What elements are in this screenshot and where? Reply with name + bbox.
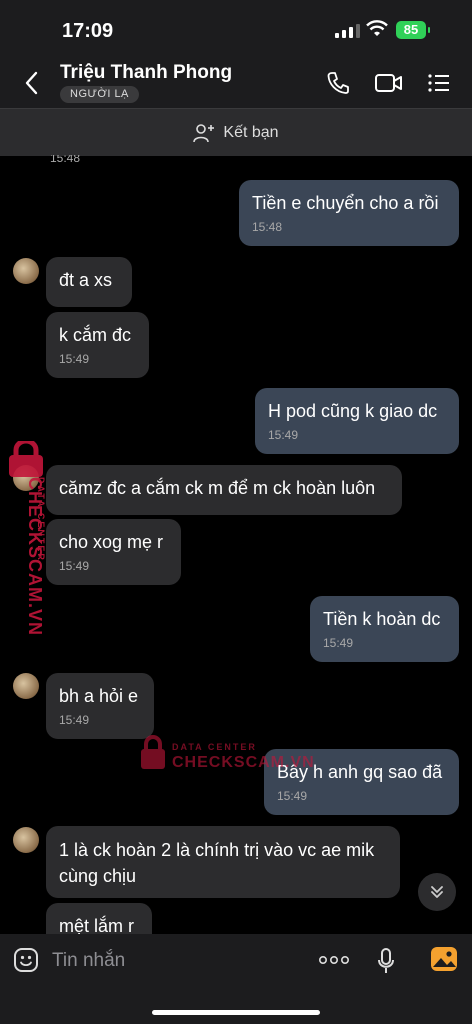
contact-name[interactable]: Triệu Thanh Phong — [60, 62, 232, 84]
watermark-brand: CHECKSCAM.VN — [172, 754, 315, 771]
message-text: đt a xs — [59, 270, 113, 290]
status-bar: 17:09 85 — [0, 0, 472, 58]
more-options-icon[interactable] — [318, 955, 350, 965]
message-time: 15:49 — [59, 713, 90, 727]
message-time: 15:49 — [323, 636, 354, 650]
contact-avatar[interactable] — [13, 827, 39, 853]
sticker-emoji-icon[interactable] — [13, 947, 39, 973]
message-bubble-outgoing[interactable]: H pod cũng k giao dc 15:49 — [255, 388, 459, 454]
message-time: 15:49 — [59, 559, 90, 573]
message-text: H pod cũng k giao dc — [268, 401, 438, 421]
message-text-line: cùng chịu — [59, 866, 137, 886]
message-text: cho xog mẹ r — [59, 532, 164, 552]
message-time: 15:48 — [252, 220, 283, 234]
watermark-tag: DATA CENTER — [172, 742, 257, 752]
lock-icon — [9, 441, 43, 477]
message-time: 15:49 — [59, 352, 90, 366]
add-friend-label: Kết bạn — [223, 123, 279, 141]
message-time: 15:49 — [277, 789, 308, 803]
cellular-signal-icon — [335, 22, 360, 38]
message-text: Tiền k hoàn dc — [323, 609, 441, 629]
battery-indicator: 85 — [396, 21, 430, 39]
message-text: 1 là ck hoàn 2 là chính trị vào vc ae mi… — [59, 837, 387, 889]
wifi-icon — [366, 20, 388, 36]
add-friend-button[interactable]: Kết bạn — [0, 108, 472, 156]
scroll-to-bottom-button[interactable] — [418, 873, 456, 911]
phone-call-icon[interactable] — [326, 70, 350, 96]
video-call-icon[interactable] — [374, 70, 404, 96]
message-bubble-incoming[interactable]: cămz đc a cắm ck m để m ck hoàn luôn — [46, 465, 402, 515]
message-time-partial: 15:48 — [50, 155, 81, 165]
menu-list-icon[interactable] — [427, 70, 451, 96]
lock-icon — [141, 735, 165, 769]
checkscam-watermark-vertical: CHECKSCAM.VN DATA CENTER — [6, 441, 50, 641]
message-text: bh a hỏi e — [59, 686, 139, 706]
chat-area[interactable]: 15:48 Tiền e chuyển cho a rồi 15:48 đt a… — [0, 155, 472, 934]
message-input[interactable]: Tin nhắn — [52, 950, 125, 972]
message-bubble-incoming[interactable]: bh a hỏi e 15:49 — [46, 673, 154, 739]
photo-gallery-icon[interactable] — [430, 946, 458, 972]
home-indicator — [152, 1010, 320, 1015]
contact-avatar[interactable] — [13, 673, 39, 699]
microphone-icon[interactable] — [377, 947, 395, 975]
add-person-icon — [193, 123, 215, 142]
message-text-line: 1 là ck hoàn 2 là chính trị vào vc ae mi… — [59, 840, 375, 860]
back-arrow-icon[interactable] — [22, 70, 42, 96]
message-bubble-incoming[interactable]: cho xog mẹ r 15:49 — [46, 519, 181, 585]
contact-avatar[interactable] — [13, 258, 39, 284]
chat-header: Triệu Thanh Phong NGƯỜI LẠ — [0, 58, 472, 108]
message-text: k cắm đc — [59, 325, 132, 345]
status-time: 17:09 — [62, 20, 114, 42]
message-bubble-incoming[interactable]: đt a xs — [46, 257, 132, 307]
watermark-tag: DATA CENTER — [36, 477, 46, 562]
message-bubble-incoming[interactable]: 1 là ck hoàn 2 là chính trị vào vc ae mi… — [46, 826, 400, 898]
message-bubble-outgoing[interactable]: Tiền e chuyển cho a rồi 15:48 — [239, 180, 459, 246]
message-bubble-incoming[interactable]: k cắm đc 15:49 — [46, 312, 149, 378]
message-time: 15:49 — [268, 428, 299, 442]
message-text: Tiền e chuyển cho a rồi — [252, 193, 439, 213]
stranger-badge: NGƯỜI LẠ — [60, 86, 139, 103]
message-bubble-outgoing[interactable]: Tiền k hoàn dc 15:49 — [310, 596, 459, 662]
message-bubble-incoming[interactable]: mệt lắm r — [46, 903, 152, 934]
double-chevron-down-icon — [431, 886, 443, 898]
checkscam-watermark: DATA CENTER CHECKSCAM.VN — [140, 735, 314, 775]
message-text: mệt lắm r — [59, 916, 135, 934]
message-text: cămz đc a cắm ck m để m ck hoàn luôn — [59, 478, 376, 498]
